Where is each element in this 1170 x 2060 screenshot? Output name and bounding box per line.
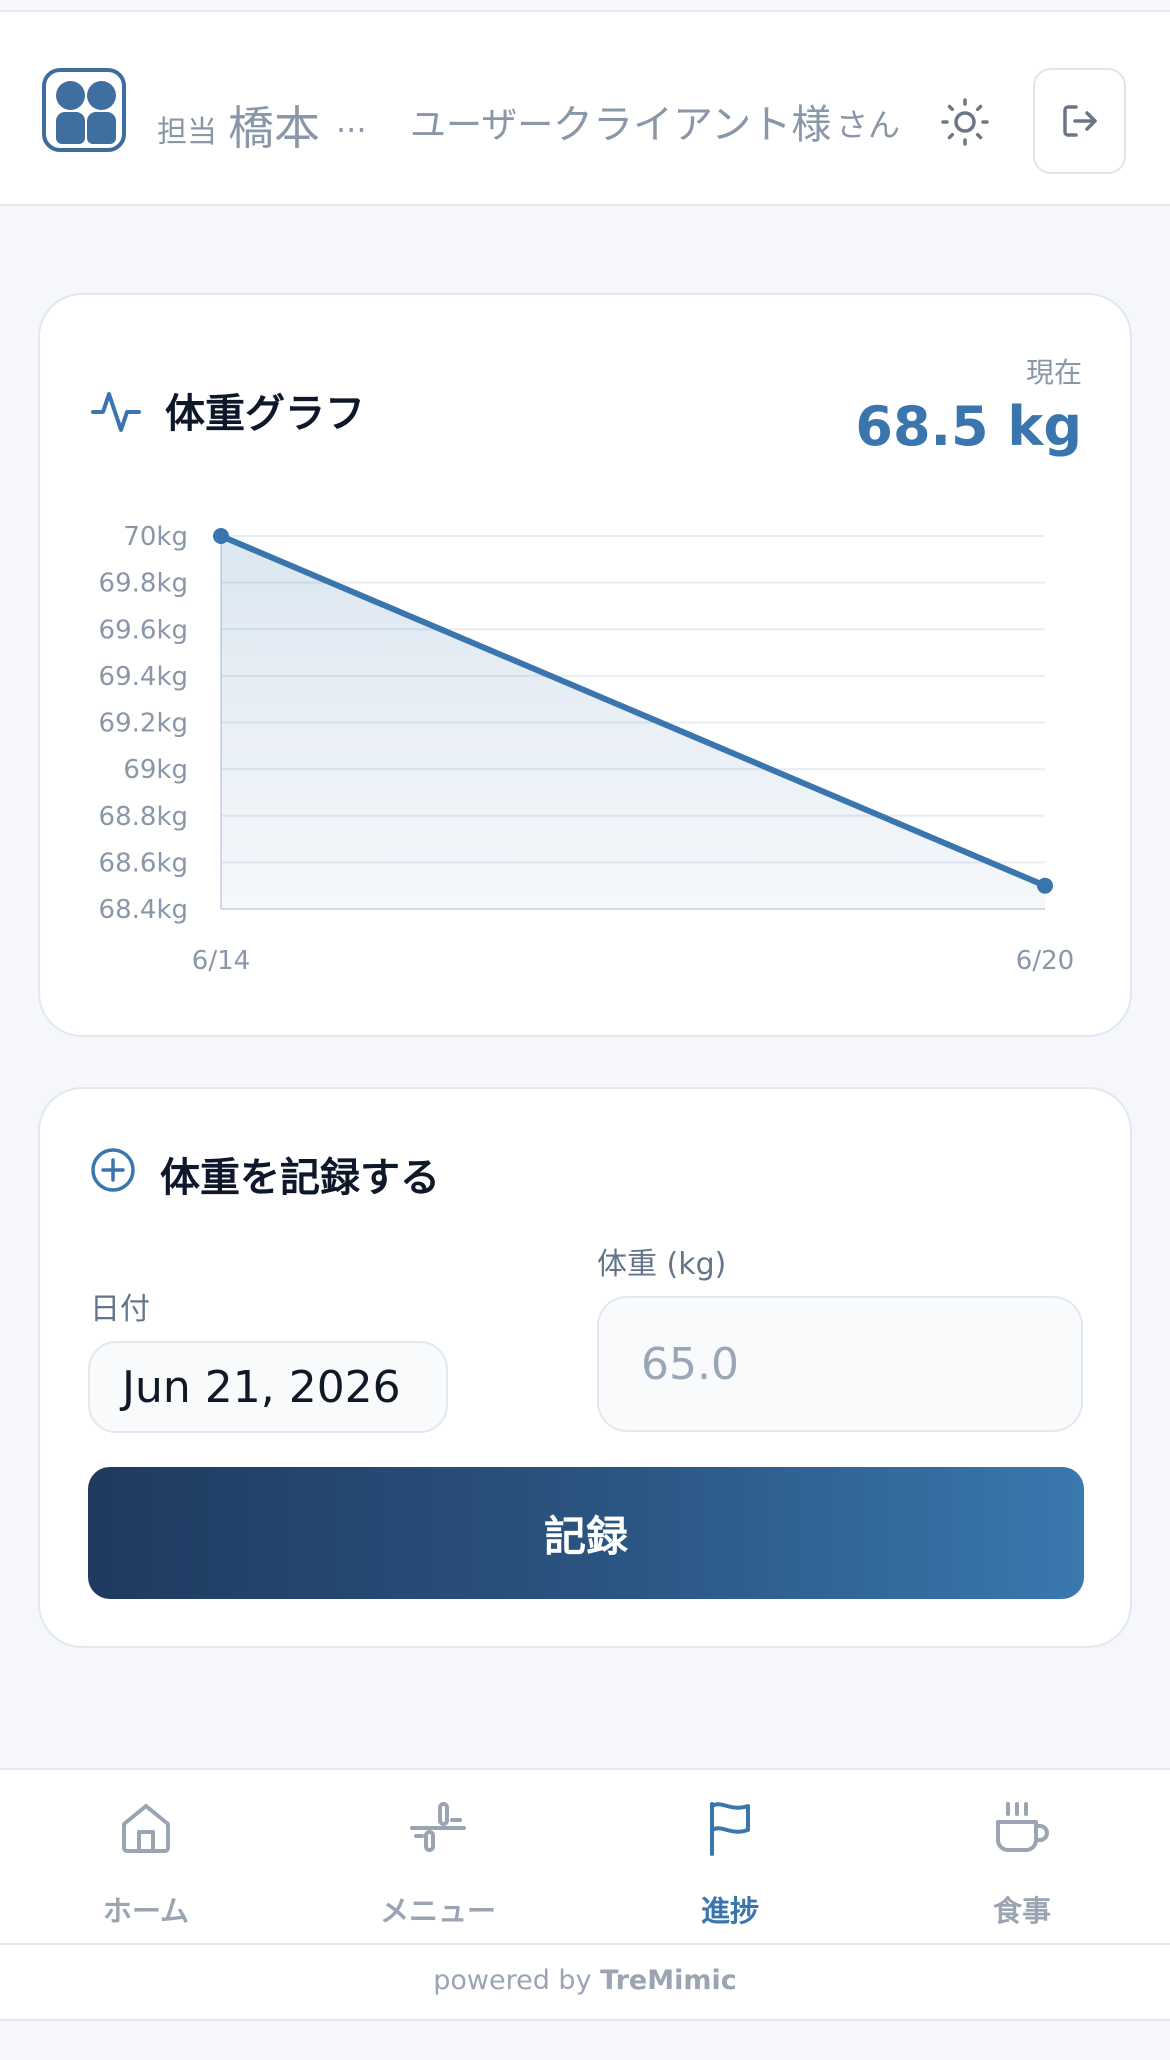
top-status-strip	[0, 0, 1170, 12]
theme-toggle-button[interactable]	[935, 92, 995, 152]
bottom-navigation: ホーム メニュー 進捗 食事	[0, 1768, 1170, 1943]
plus-circle-icon	[91, 1148, 135, 1192]
y-tick-label: 69.2kg	[99, 709, 188, 739]
nav-item-progress[interactable]: 進捗	[584, 1770, 876, 1945]
logo-cell	[87, 81, 116, 110]
powered-by-footer: powered by TreMimic	[0, 1943, 1170, 2021]
dumbbell-menu-icon	[410, 1802, 466, 1852]
record-submit-button[interactable]: 記録	[88, 1467, 1084, 1599]
footer-brand[interactable]: TreMimic	[600, 1965, 737, 1996]
y-tick-label: 68.4kg	[99, 895, 188, 925]
x-tick-label: 6/20	[1016, 946, 1074, 976]
nav-item-home[interactable]: ホーム	[0, 1770, 292, 1945]
date-field[interactable]: Jun 21, 2026	[88, 1341, 448, 1433]
logo-cell	[87, 112, 116, 144]
date-label: 日付	[90, 1292, 150, 1327]
nav-label-progress: 進捗	[700, 1894, 759, 1928]
weight-data-point[interactable]	[213, 528, 229, 544]
coffee-cup-icon	[996, 1802, 1049, 1852]
footer-prefix: powered by	[433, 1965, 592, 1996]
flag-icon	[710, 1802, 750, 1856]
record-weight-card: 体重を記録する 日付 Jun 21, 2026 体重 (kg) 記録	[38, 1087, 1132, 1648]
record-form-title: 体重を記録する	[160, 1155, 440, 1201]
logo-cell	[56, 81, 85, 110]
weight-input[interactable]	[597, 1296, 1083, 1432]
staff-name-ellipsis: ...	[336, 102, 367, 140]
y-tick-label: 68.8kg	[99, 802, 188, 832]
logout-icon	[1062, 105, 1097, 137]
nav-label-menu: メニュー	[379, 1894, 496, 1928]
y-tick-label: 68.6kg	[99, 848, 188, 878]
staff-label: 担当	[157, 115, 217, 150]
x-tick-label: 6/14	[192, 946, 250, 976]
home-icon	[122, 1804, 170, 1853]
app-logo-icon[interactable]	[42, 68, 126, 152]
nav-label-home: ホーム	[102, 1894, 190, 1928]
staff-name: 橋本	[228, 101, 320, 155]
weight-data-point[interactable]	[1037, 877, 1053, 894]
user-honorific: さん	[836, 106, 901, 144]
y-tick-label: 69kg	[123, 755, 188, 785]
user-name: クライアント様	[553, 102, 832, 148]
logo-cell	[56, 112, 85, 144]
app-header: 担当 橋本 ... ユーザー クライアント様 さん	[0, 12, 1170, 206]
y-tick-label: 69.4kg	[99, 662, 188, 692]
user-label: ユーザー	[410, 105, 554, 146]
weight-chart-card: 体重グラフ 現在 68.5 kg 70kg 69.8kg 69.6kg 69.4kg 6…	[38, 293, 1132, 1037]
y-tick-label: 69.6kg	[99, 615, 188, 645]
nav-item-menu[interactable]: メニュー	[292, 1770, 584, 1945]
logout-button[interactable]	[1033, 68, 1126, 174]
y-tick-label: 69.8kg	[99, 569, 188, 599]
nav-item-meals[interactable]: 食事	[876, 1770, 1168, 1945]
weight-line-chart: 70kg 69.8kg 69.6kg 69.4kg 69.2kg 69kg 68.8kg 68…	[99, 522, 1075, 976]
weight-label: 体重 (kg)	[597, 1247, 727, 1282]
sun-icon	[941, 98, 989, 146]
nav-label-meals: 食事	[992, 1894, 1051, 1928]
y-tick-label: 70kg	[123, 522, 188, 552]
